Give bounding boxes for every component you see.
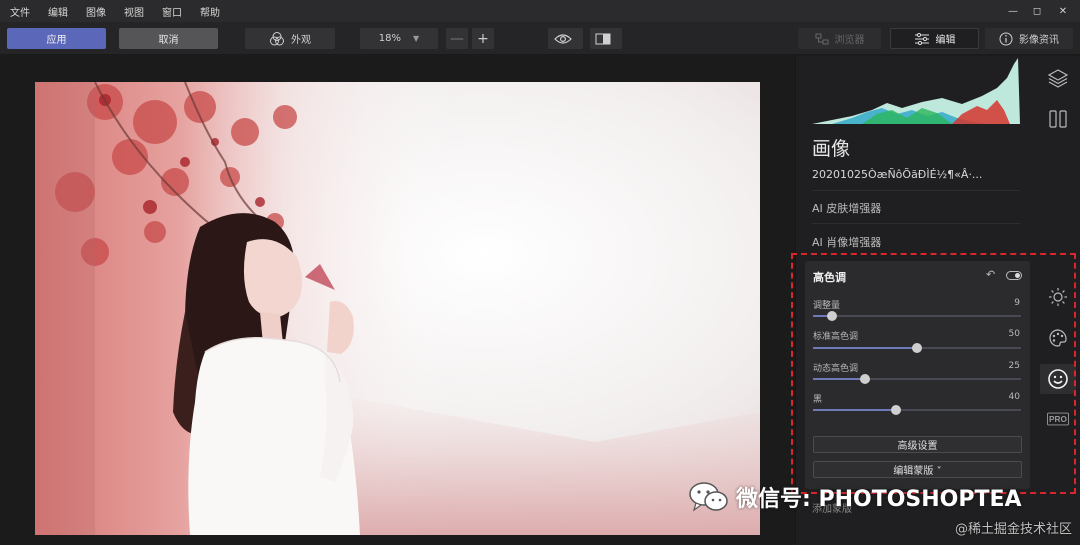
- apply-button[interactable]: 应用: [7, 28, 106, 49]
- wechat-icon: [689, 482, 728, 512]
- split-view-icon: [595, 33, 611, 44]
- minimize-button[interactable]: —: [1000, 0, 1026, 22]
- file-name: 20201025ÒæÑôÕãÐÌÉ½¶«Â·...: [812, 168, 983, 181]
- tab-info-label: 影像资讯: [1019, 35, 1059, 46]
- look-icon: [270, 31, 284, 45]
- zoom-in-button[interactable]: +: [472, 28, 494, 49]
- annotation-highlight-box: [791, 253, 1076, 494]
- cancel-button[interactable]: 取消: [119, 28, 218, 49]
- maximize-button[interactable]: ◻: [1024, 0, 1050, 22]
- preview-toggle-button[interactable]: [548, 28, 583, 49]
- menu-file[interactable]: 文件: [10, 4, 30, 19]
- sliders-icon: [914, 32, 929, 45]
- divider: [812, 190, 1020, 191]
- eye-icon: [553, 33, 572, 44]
- menu-help[interactable]: 帮助: [200, 4, 220, 19]
- portrait-image: [35, 82, 760, 535]
- look-button[interactable]: 外观: [245, 28, 335, 49]
- close-button[interactable]: ✕: [1050, 0, 1076, 22]
- watermark-text: 微信号: PHOTOSHOPTEA: [736, 487, 1022, 512]
- plugin-ai-portrait[interactable]: AI 肖像增强器: [812, 234, 881, 250]
- wechat-watermark: 微信号: PHOTOSHOPTEA: [688, 477, 1022, 517]
- tab-info[interactable]: 影像资讯: [985, 28, 1073, 49]
- menu-window[interactable]: 窗口: [162, 4, 182, 19]
- menu-bar: 文件 编辑 图像 视图 窗口 帮助: [0, 0, 1080, 22]
- compare-view-button[interactable]: [590, 28, 622, 49]
- app-window: 文件 编辑 图像 视图 窗口 帮助 — ◻ ✕ 应用 取消 外观 18% ▼ —…: [0, 0, 1080, 545]
- compare-panel-icon[interactable]: [1047, 108, 1069, 130]
- tab-browse[interactable]: 浏览器: [798, 28, 881, 49]
- look-label: 外观: [291, 35, 311, 46]
- section-title: 画像: [812, 138, 851, 160]
- plugin-ai-skin[interactable]: AI 皮肤增强器: [812, 200, 881, 216]
- zoom-out-button[interactable]: —: [446, 28, 468, 49]
- toolbar: 应用 取消 外观 18% ▼ — + 浏览器 编辑 影像资讯: [0, 22, 1080, 55]
- tab-browse-label: 浏览器: [834, 35, 865, 46]
- info-icon: [999, 32, 1013, 45]
- histogram: [812, 58, 1020, 124]
- credit-text: @稀土掘金技术社区: [954, 522, 1072, 537]
- menu-view[interactable]: 视图: [124, 4, 144, 19]
- zoom-value: 18%: [378, 33, 402, 44]
- zoom-select[interactable]: 18% ▼: [360, 28, 438, 49]
- browser-icon: [815, 33, 828, 44]
- chevron-down-icon: ▼: [413, 34, 420, 43]
- menu-image[interactable]: 图像: [86, 4, 106, 19]
- layers-icon[interactable]: [1047, 67, 1069, 89]
- divider: [812, 223, 1020, 224]
- menu-edit[interactable]: 编辑: [48, 4, 68, 19]
- photo-portrait: [35, 82, 760, 535]
- image-canvas[interactable]: [0, 56, 795, 545]
- tab-edit-label: 编辑: [935, 35, 956, 46]
- tab-edit[interactable]: 编辑: [890, 28, 979, 49]
